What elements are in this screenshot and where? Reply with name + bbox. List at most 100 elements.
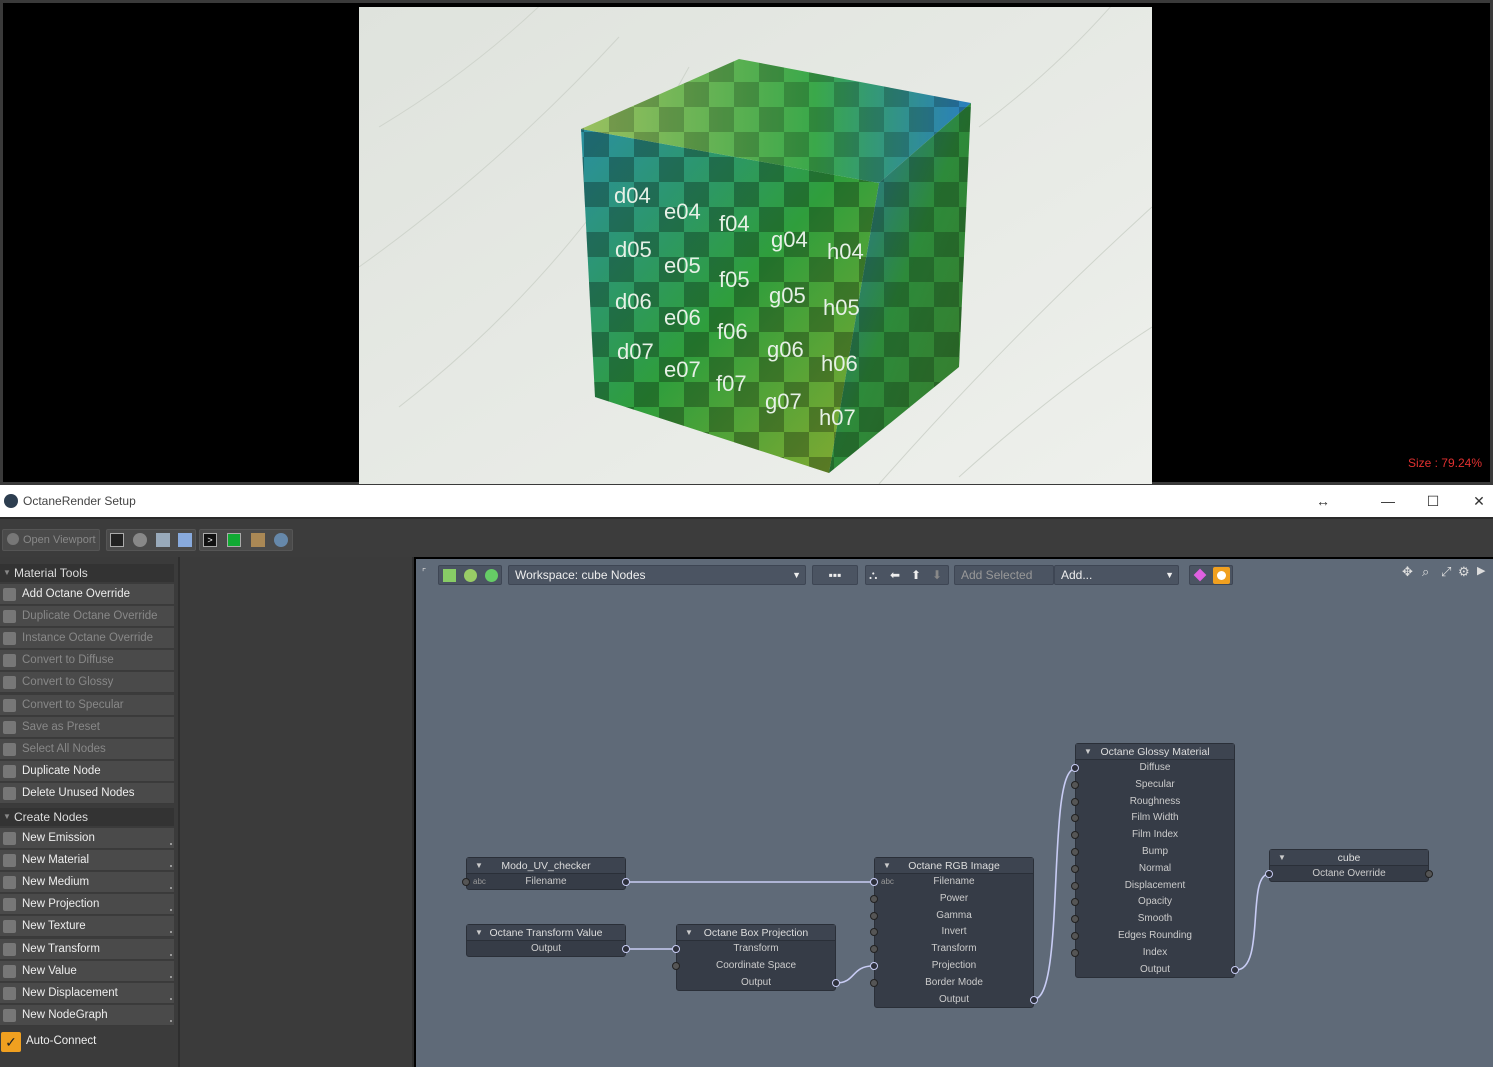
- port-label: Output: [938, 993, 970, 1005]
- input-port[interactable]: [870, 961, 878, 970]
- resize-cursor-icon: ↔: [1316, 493, 1330, 509]
- export-icon[interactable]: [156, 533, 170, 547]
- input-port[interactable]: [1265, 870, 1273, 878]
- node-header[interactable]: ▼ cube: [1270, 850, 1428, 866]
- node-input-coordinate-space: Coordinate Space: [672, 958, 835, 975]
- input-port[interactable]: [870, 878, 878, 886]
- node-header[interactable]: ▼ Octane Transform Value: [467, 925, 625, 941]
- new-nodegraph-icon: [3, 1008, 16, 1022]
- node-header[interactable]: ▼ Modo_UV_checker: [467, 858, 625, 874]
- input-port[interactable]: [870, 894, 878, 903]
- new-displacement-button[interactable]: New Displacement: [0, 982, 174, 1004]
- input-port[interactable]: [1071, 797, 1079, 806]
- port-label: Edges Rounding: [1118, 929, 1192, 941]
- node-glossy-material[interactable]: ▼ Octane Glossy Material Diffuse Specula…: [1071, 743, 1239, 978]
- node-box-projection[interactable]: ▼ Octane Box Projection Transform Coordi…: [672, 924, 840, 991]
- input-port[interactable]: [1071, 764, 1079, 772]
- graph-editor-icon[interactable]: [110, 533, 124, 547]
- input-port[interactable]: [1071, 931, 1079, 940]
- svg-text:f04: f04: [719, 211, 750, 236]
- minimize-button[interactable]: —: [1376, 491, 1400, 511]
- render-viewport[interactable]: d04 e04 f04 g04 h04 d05 e05 f05 g05 h05 d06 e06 f0…: [0, 0, 1493, 485]
- settings-gear-icon[interactable]: [274, 533, 288, 547]
- output-port[interactable]: [1030, 995, 1038, 1004]
- svg-text:e06: e06: [664, 305, 701, 330]
- octane-app-icon: [4, 494, 18, 508]
- auto-connect-toggle[interactable]: ✓ Auto-Connect: [0, 1031, 174, 1053]
- input-port[interactable]: [1071, 847, 1079, 856]
- select-all-nodes-button[interactable]: Select All Nodes: [0, 738, 174, 760]
- open-viewport-button[interactable]: Open Viewport: [2, 529, 100, 551]
- port-label: Roughness: [1129, 795, 1181, 807]
- node-cube[interactable]: ▼ cube Octane Override: [1265, 849, 1433, 883]
- submenu-indicator-icon: [170, 975, 172, 978]
- node-header[interactable]: ▼ Octane Glossy Material: [1076, 744, 1234, 760]
- input-port[interactable]: [1071, 814, 1079, 823]
- select-all-nodes-icon: [3, 742, 16, 756]
- convert-to-specular-button[interactable]: Convert to Specular: [0, 694, 174, 716]
- output-port[interactable]: [622, 945, 630, 953]
- output-port[interactable]: [622, 878, 630, 886]
- input-port[interactable]: [1071, 780, 1079, 789]
- node-uv-checker[interactable]: ▼ Modo_UV_checker abc Filename: [462, 857, 630, 891]
- add-octane-override-button[interactable]: Add Octane Override: [0, 584, 174, 605]
- new-nodegraph-button[interactable]: New NodeGraph: [0, 1004, 174, 1026]
- input-port[interactable]: [870, 978, 878, 987]
- create-nodes-header[interactable]: ▼ Create Nodes: [0, 808, 174, 826]
- checkmark-icon[interactable]: ✓: [1, 1032, 21, 1052]
- console-icon[interactable]: >: [203, 533, 217, 547]
- input-port[interactable]: [1071, 898, 1079, 907]
- node-header[interactable]: ▼ Octane Box Projection: [677, 925, 835, 941]
- input-port[interactable]: [462, 878, 470, 886]
- material-tools-header[interactable]: ▼ Material Tools: [0, 564, 174, 582]
- port-label: Projection: [931, 959, 977, 971]
- convert-to-glossy-button[interactable]: Convert to Glossy: [0, 672, 174, 694]
- layers-icon[interactable]: [178, 533, 192, 547]
- tool-label: New Projection: [22, 898, 100, 911]
- node-input-octane-override: Octane Override: [1265, 866, 1433, 883]
- portrait-icon[interactable]: [251, 533, 265, 547]
- node-transform-value[interactable]: ▼ Octane Transform Value Output: [466, 924, 630, 957]
- output-port[interactable]: [1231, 965, 1239, 974]
- node-graph[interactable]: ⌜ Workspace: cube Nodes ▼ ▪▪▪ ⛬ ⬅ ⬆ ⬇ Ad…: [416, 559, 1493, 1067]
- new-transform-button[interactable]: New Transform: [0, 938, 174, 960]
- output-port[interactable]: [1425, 870, 1433, 878]
- instance-octane-override-button[interactable]: Instance Octane Override: [0, 628, 174, 650]
- close-button[interactable]: ✕: [1467, 491, 1491, 511]
- input-port[interactable]: [870, 911, 878, 920]
- input-port[interactable]: [1071, 864, 1079, 873]
- port-label: Filename: [525, 876, 567, 887]
- camera-icon[interactable]: [133, 533, 147, 547]
- input-port[interactable]: [1071, 881, 1079, 890]
- input-port[interactable]: [870, 928, 878, 937]
- new-projection-button[interactable]: New Projection: [0, 894, 174, 916]
- new-texture-button[interactable]: New Texture: [0, 916, 174, 938]
- node-input-filename: abc Filename: [462, 874, 630, 891]
- input-port[interactable]: [672, 945, 680, 953]
- submenu-indicator-icon: [170, 1019, 172, 1022]
- svg-text:f05: f05: [719, 267, 750, 292]
- node-header[interactable]: ▼ Octane RGB Image: [875, 858, 1033, 874]
- gpu-icon[interactable]: [227, 533, 241, 547]
- save-as-preset-button[interactable]: Save as Preset: [0, 716, 174, 738]
- string-type-label: abc: [473, 877, 486, 886]
- output-port[interactable]: [832, 978, 840, 987]
- duplicate-octane-override-button[interactable]: Duplicate Octane Override: [0, 606, 174, 628]
- input-port[interactable]: [1071, 831, 1079, 840]
- new-medium-button[interactable]: New Medium: [0, 872, 174, 894]
- new-value-button[interactable]: New Value: [0, 960, 174, 982]
- input-port[interactable]: [1071, 948, 1079, 957]
- new-emission-button[interactable]: New Emission: [0, 828, 174, 849]
- input-port[interactable]: [870, 945, 878, 954]
- maximize-button[interactable]: ☐: [1421, 491, 1445, 511]
- delete-unused-nodes-button[interactable]: Delete Unused Nodes: [0, 782, 174, 804]
- input-port[interactable]: [672, 961, 680, 970]
- collapse-triangle-icon: ▼: [3, 812, 11, 821]
- input-port[interactable]: [1071, 915, 1079, 924]
- duplicate-node-button[interactable]: Duplicate Node: [0, 760, 174, 782]
- convert-to-diffuse-button[interactable]: Convert to Diffuse: [0, 650, 174, 672]
- node-input-diffuse: Diffuse: [1071, 760, 1234, 777]
- new-material-button[interactable]: New Material: [0, 850, 174, 872]
- port-label: Octane Override: [1312, 868, 1386, 879]
- node-rgb-image[interactable]: ▼ Octane RGB Image abc Filename Power Gam…: [870, 857, 1038, 1008]
